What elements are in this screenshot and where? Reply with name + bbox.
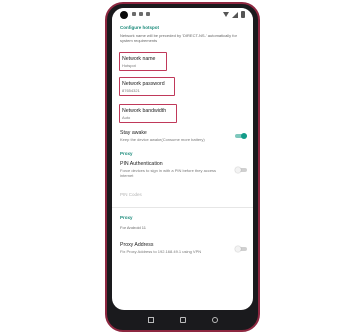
settings-content: Configure hotspot Network name will be p… bbox=[112, 22, 253, 310]
network-name-label: Network name bbox=[122, 56, 156, 62]
network-name-value: Hotspot bbox=[122, 63, 136, 68]
pin-authentication-description: Force devices to sign in with a PIN befo… bbox=[120, 168, 217, 178]
network-bandwidth-label: Network bandwidth bbox=[122, 108, 167, 114]
network-bandwidth-value: Auto bbox=[122, 115, 131, 120]
phone-frame: Configure hotspot Network name will be p… bbox=[105, 2, 260, 332]
proxy-address-toggle[interactable] bbox=[235, 246, 247, 252]
toggle-knob bbox=[235, 246, 241, 252]
notification-icon bbox=[139, 12, 143, 16]
front-camera bbox=[120, 11, 128, 19]
proxy-address-label: Proxy Address bbox=[120, 242, 154, 248]
stay-awake-toggle[interactable] bbox=[235, 133, 247, 139]
signal-icon bbox=[232, 11, 238, 18]
stay-awake-setting[interactable]: Stay awake Keep the device awake(Consume… bbox=[120, 130, 205, 142]
network-password-value: 87654321 bbox=[122, 88, 140, 93]
wifi-icon bbox=[223, 12, 229, 17]
configure-section-label: Configure hotspot bbox=[120, 25, 159, 30]
status-bar bbox=[112, 8, 253, 22]
proxy-address-setting[interactable]: Proxy Address Fix Proxy Address to 192.1… bbox=[120, 242, 240, 254]
proxy-address-description: Fix Proxy Address to 192.168.49.1 using … bbox=[120, 249, 202, 254]
divider bbox=[112, 207, 253, 208]
network-password-setting[interactable]: Network password 87654321 bbox=[119, 77, 175, 96]
proxy-android-note: For Android 11 bbox=[120, 225, 146, 230]
back-icon[interactable] bbox=[211, 317, 218, 323]
proxy-section-label: Proxy bbox=[120, 151, 133, 156]
notification-icons bbox=[132, 12, 150, 16]
notification-icon bbox=[146, 12, 150, 16]
recent-apps-icon[interactable] bbox=[147, 317, 154, 323]
proxy-section-label-2: Proxy bbox=[120, 215, 133, 220]
pin-authentication-label: PIN Authentication bbox=[120, 161, 163, 167]
battery-icon bbox=[241, 11, 245, 18]
phone-screen: Configure hotspot Network name will be p… bbox=[112, 8, 253, 310]
pin-codes-item: PIN Codes bbox=[120, 192, 142, 197]
configure-description: Network name will be preceded by 'DIRECT… bbox=[120, 33, 237, 43]
stay-awake-label: Stay awake bbox=[120, 130, 147, 136]
notification-icon bbox=[132, 12, 136, 16]
status-icons bbox=[223, 11, 245, 18]
network-password-label: Network password bbox=[122, 81, 165, 87]
network-bandwidth-setting[interactable]: Network bandwidth Auto bbox=[119, 104, 177, 123]
toggle-knob bbox=[235, 167, 241, 173]
network-name-setting[interactable]: Network name Hotspot bbox=[119, 52, 167, 71]
home-icon[interactable] bbox=[179, 317, 186, 323]
navigation-bar bbox=[107, 310, 258, 330]
toggle-knob bbox=[241, 133, 247, 139]
stay-awake-description: Keep the device awake(Consume more batte… bbox=[120, 137, 205, 142]
pin-authentication-setting[interactable]: PIN Authentication Force devices to sign… bbox=[120, 161, 230, 178]
pin-authentication-toggle[interactable] bbox=[235, 167, 247, 173]
